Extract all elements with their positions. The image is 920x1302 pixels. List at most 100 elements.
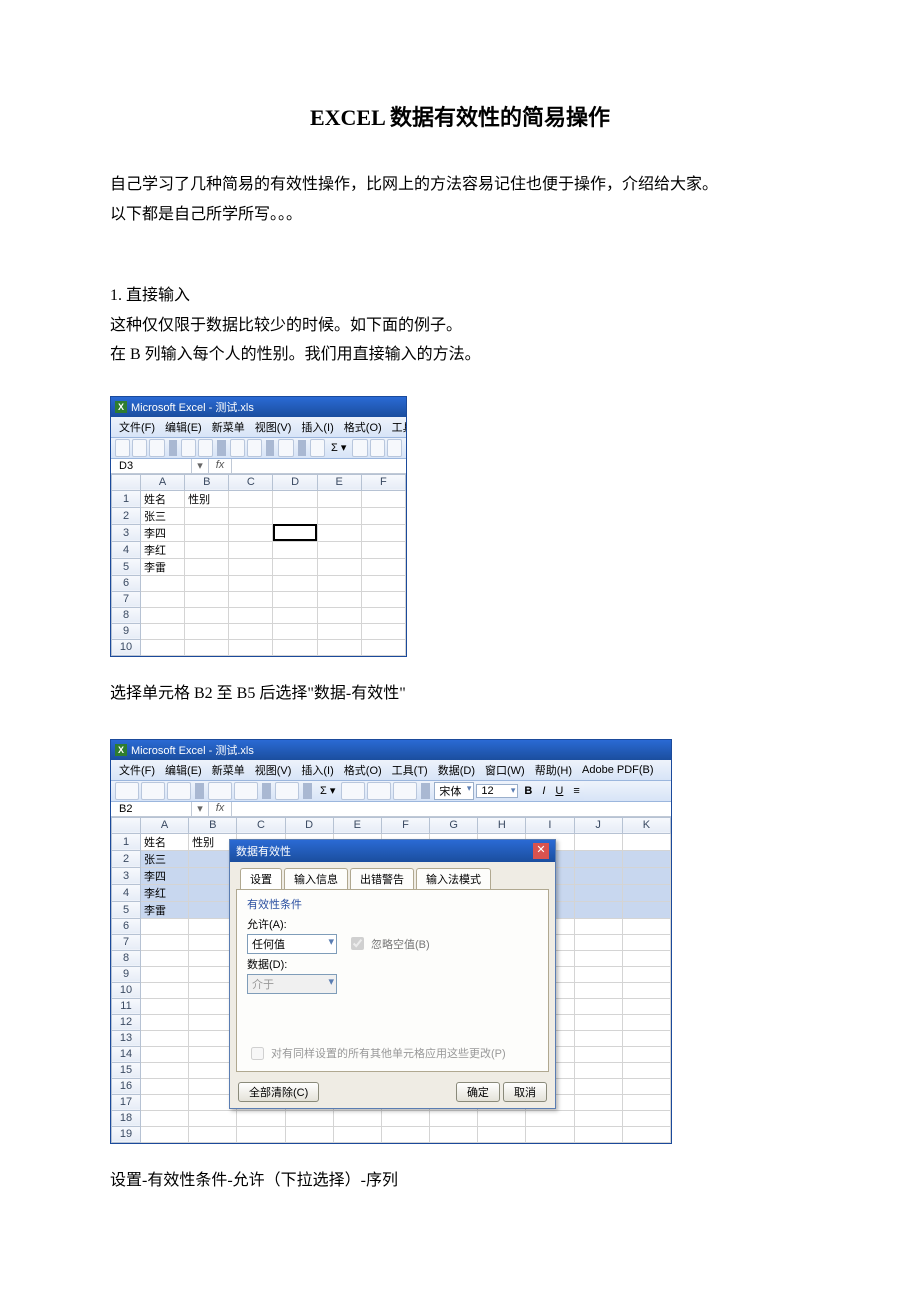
row-header[interactable]: 4 [112, 884, 141, 901]
cell[interactable] [229, 639, 273, 655]
column-header[interactable]: F [361, 474, 405, 490]
cell[interactable] [526, 1126, 574, 1142]
cell[interactable] [361, 639, 405, 655]
cell[interactable] [141, 1110, 189, 1126]
cell[interactable] [333, 1110, 381, 1126]
row-header[interactable]: 7 [112, 591, 141, 607]
cell[interactable] [622, 1046, 670, 1062]
column-header[interactable]: D [285, 817, 333, 833]
cell[interactable] [317, 639, 361, 655]
row-header[interactable]: 15 [112, 1062, 141, 1078]
cell[interactable] [361, 591, 405, 607]
cell[interactable] [141, 607, 185, 623]
cell[interactable]: 李四 [141, 867, 189, 884]
cell[interactable] [317, 490, 361, 507]
cell[interactable] [185, 623, 229, 639]
cell[interactable] [189, 1126, 237, 1142]
new-icon[interactable] [115, 782, 139, 800]
cell[interactable] [141, 623, 185, 639]
row-header[interactable]: 1 [112, 833, 141, 850]
cell[interactable] [574, 867, 622, 884]
sort-icon[interactable] [341, 782, 365, 800]
cell[interactable] [622, 1030, 670, 1046]
font-name-select[interactable]: 宋体 [434, 782, 474, 800]
cell[interactable] [237, 1110, 285, 1126]
cancel-button[interactable]: 取消 [503, 1082, 547, 1102]
cell[interactable] [317, 541, 361, 558]
row-header[interactable]: 19 [112, 1126, 141, 1142]
cell[interactable] [574, 1078, 622, 1094]
cell[interactable] [574, 966, 622, 982]
row-header[interactable]: 5 [112, 901, 141, 918]
cell[interactable] [141, 1046, 189, 1062]
print-icon[interactable] [181, 439, 196, 457]
cut-icon[interactable] [230, 439, 245, 457]
cell[interactable] [185, 541, 229, 558]
cell[interactable] [185, 524, 229, 541]
open-icon[interactable] [141, 782, 165, 800]
cell[interactable] [622, 950, 670, 966]
cell[interactable] [317, 607, 361, 623]
cell[interactable] [574, 998, 622, 1014]
column-header[interactable]: C [237, 817, 285, 833]
cell[interactable] [430, 1110, 478, 1126]
cell[interactable]: 李四 [141, 524, 185, 541]
cell[interactable] [273, 607, 317, 623]
column-header[interactable]: G [430, 817, 478, 833]
cell[interactable] [574, 982, 622, 998]
cell[interactable] [185, 575, 229, 591]
save-icon[interactable] [149, 439, 164, 457]
cell[interactable] [622, 966, 670, 982]
cell[interactable] [273, 490, 317, 507]
menu-item[interactable]: 格式(O) [340, 418, 386, 436]
cell[interactable] [574, 1014, 622, 1030]
cell[interactable]: 李雷 [141, 901, 189, 918]
cell[interactable] [141, 639, 185, 655]
cell[interactable] [361, 490, 405, 507]
cell[interactable] [478, 1110, 526, 1126]
cell[interactable] [361, 607, 405, 623]
cell[interactable] [574, 1046, 622, 1062]
name-box[interactable]: B2 [111, 802, 192, 816]
clear-all-button[interactable]: 全部清除(C) [238, 1082, 319, 1102]
menu-item[interactable]: 编辑(E) [161, 761, 206, 779]
cell[interactable] [622, 1126, 670, 1142]
cell[interactable] [141, 950, 189, 966]
cell[interactable] [273, 558, 317, 575]
row-header[interactable]: 9 [112, 966, 141, 982]
cell[interactable] [273, 507, 317, 524]
cell[interactable] [478, 1126, 526, 1142]
cell[interactable] [273, 591, 317, 607]
row-header[interactable]: 3 [112, 524, 141, 541]
cell[interactable] [526, 1110, 574, 1126]
row-header[interactable]: 10 [112, 982, 141, 998]
cell[interactable] [273, 524, 317, 541]
help-icon[interactable] [387, 439, 402, 457]
cell[interactable] [622, 1094, 670, 1110]
undo-icon[interactable] [275, 782, 299, 800]
cell[interactable] [185, 639, 229, 655]
cell[interactable] [185, 591, 229, 607]
formula-input[interactable] [232, 802, 671, 816]
column-header[interactable]: E [333, 817, 381, 833]
cell[interactable] [141, 1062, 189, 1078]
cell[interactable] [574, 934, 622, 950]
cell[interactable] [361, 575, 405, 591]
cell[interactable] [237, 1126, 285, 1142]
row-header[interactable]: 7 [112, 934, 141, 950]
cell[interactable] [381, 1110, 429, 1126]
save-icon[interactable] [167, 782, 191, 800]
fx-label[interactable]: fx [209, 459, 232, 473]
cell[interactable] [622, 833, 670, 850]
row-header[interactable]: 18 [112, 1110, 141, 1126]
row-header[interactable]: 2 [112, 507, 141, 524]
cell[interactable] [229, 541, 273, 558]
cell[interactable] [317, 575, 361, 591]
cell[interactable]: 张三 [141, 507, 185, 524]
row-header[interactable]: 13 [112, 1030, 141, 1046]
cell[interactable]: 张三 [141, 850, 189, 867]
cell[interactable] [430, 1126, 478, 1142]
spreadsheet-grid[interactable]: ABCDEF1姓名性别2张三3李四4李红5李雷678910 [111, 474, 406, 656]
print-icon[interactable] [208, 782, 232, 800]
cell[interactable] [361, 507, 405, 524]
